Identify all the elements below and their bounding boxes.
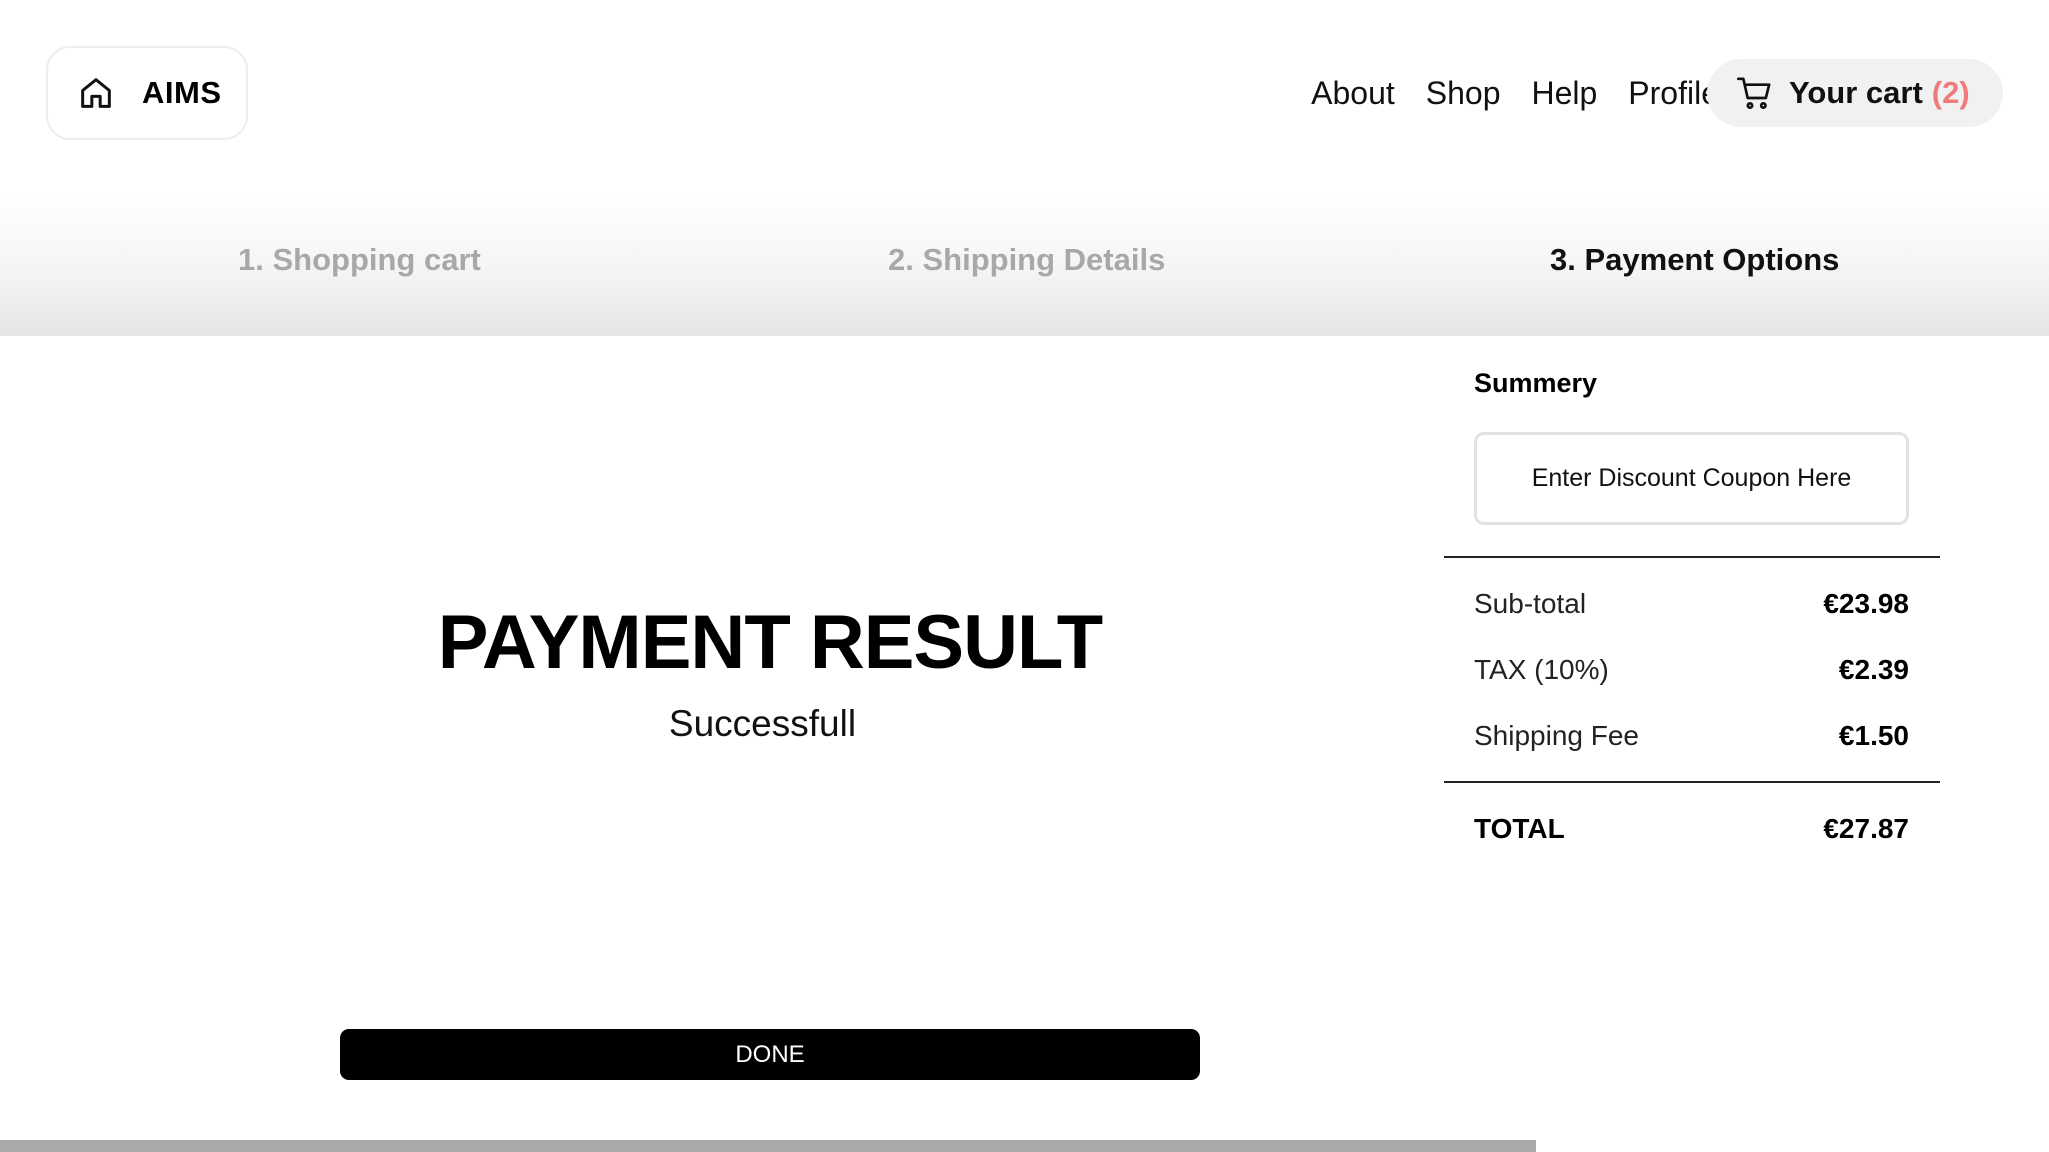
summary-row-value: €1.50 <box>1838 720 1909 751</box>
summary-divider-top <box>1444 556 1940 558</box>
cart-label: Your cart <box>1789 75 1923 110</box>
nav-profile[interactable]: Profile <box>1628 75 1719 112</box>
top-nav: About Shop Help Profile <box>1280 72 1719 114</box>
step-payment-options[interactable]: 3. Payment Options <box>1550 242 1839 278</box>
summary-row-label: TAX (10%) <box>1474 654 1609 685</box>
cart-count-badge: (2) <box>1931 75 1970 110</box>
discount-coupon-input[interactable] <box>1474 432 1909 525</box>
horizontal-scrollbar[interactable] <box>0 1140 1536 1152</box>
summary-row-label: Shipping Fee <box>1474 720 1640 751</box>
cart-button[interactable]: Your cart (2) <box>1707 59 2003 127</box>
summary-row-subtotal: Sub-total €23.98 <box>1474 588 1909 620</box>
summary-row-value: €2.39 <box>1838 654 1909 685</box>
summary-row-label: Sub-total <box>1474 588 1587 619</box>
nav-help[interactable]: Help <box>1531 75 1597 112</box>
payment-result-status: Successfull <box>668 703 857 744</box>
summary-title: Summery <box>1474 368 1598 398</box>
done-button[interactable]: DONE <box>340 1029 1200 1080</box>
brand-name: AIMS <box>142 75 222 110</box>
nav-shop[interactable]: Shop <box>1426 75 1501 112</box>
nav-about[interactable]: About <box>1311 75 1395 112</box>
summary-divider-bottom <box>1444 781 1940 783</box>
summary-total-row: TOTAL €27.87 <box>1474 813 1909 845</box>
total-value: €27.87 <box>1823 813 1909 844</box>
checkout-steps: 1. Shopping cart 2. Shipping Details 3. … <box>0 196 2049 336</box>
step-shipping-details[interactable]: 2. Shipping Details <box>888 242 1165 278</box>
step-shopping-cart[interactable]: 1. Shopping cart <box>238 242 481 278</box>
home-icon <box>76 73 116 113</box>
total-label: TOTAL <box>1474 813 1565 844</box>
summary-row-value: €23.98 <box>1823 588 1909 619</box>
summary-row-shipping: Shipping Fee €1.50 <box>1474 720 1909 752</box>
payment-result-title: PAYMENT RESULT <box>437 600 1103 685</box>
home-logo-link[interactable]: AIMS <box>46 46 248 140</box>
cart-icon <box>1735 73 1775 113</box>
summary-row-tax: TAX (10%) €2.39 <box>1474 654 1909 686</box>
